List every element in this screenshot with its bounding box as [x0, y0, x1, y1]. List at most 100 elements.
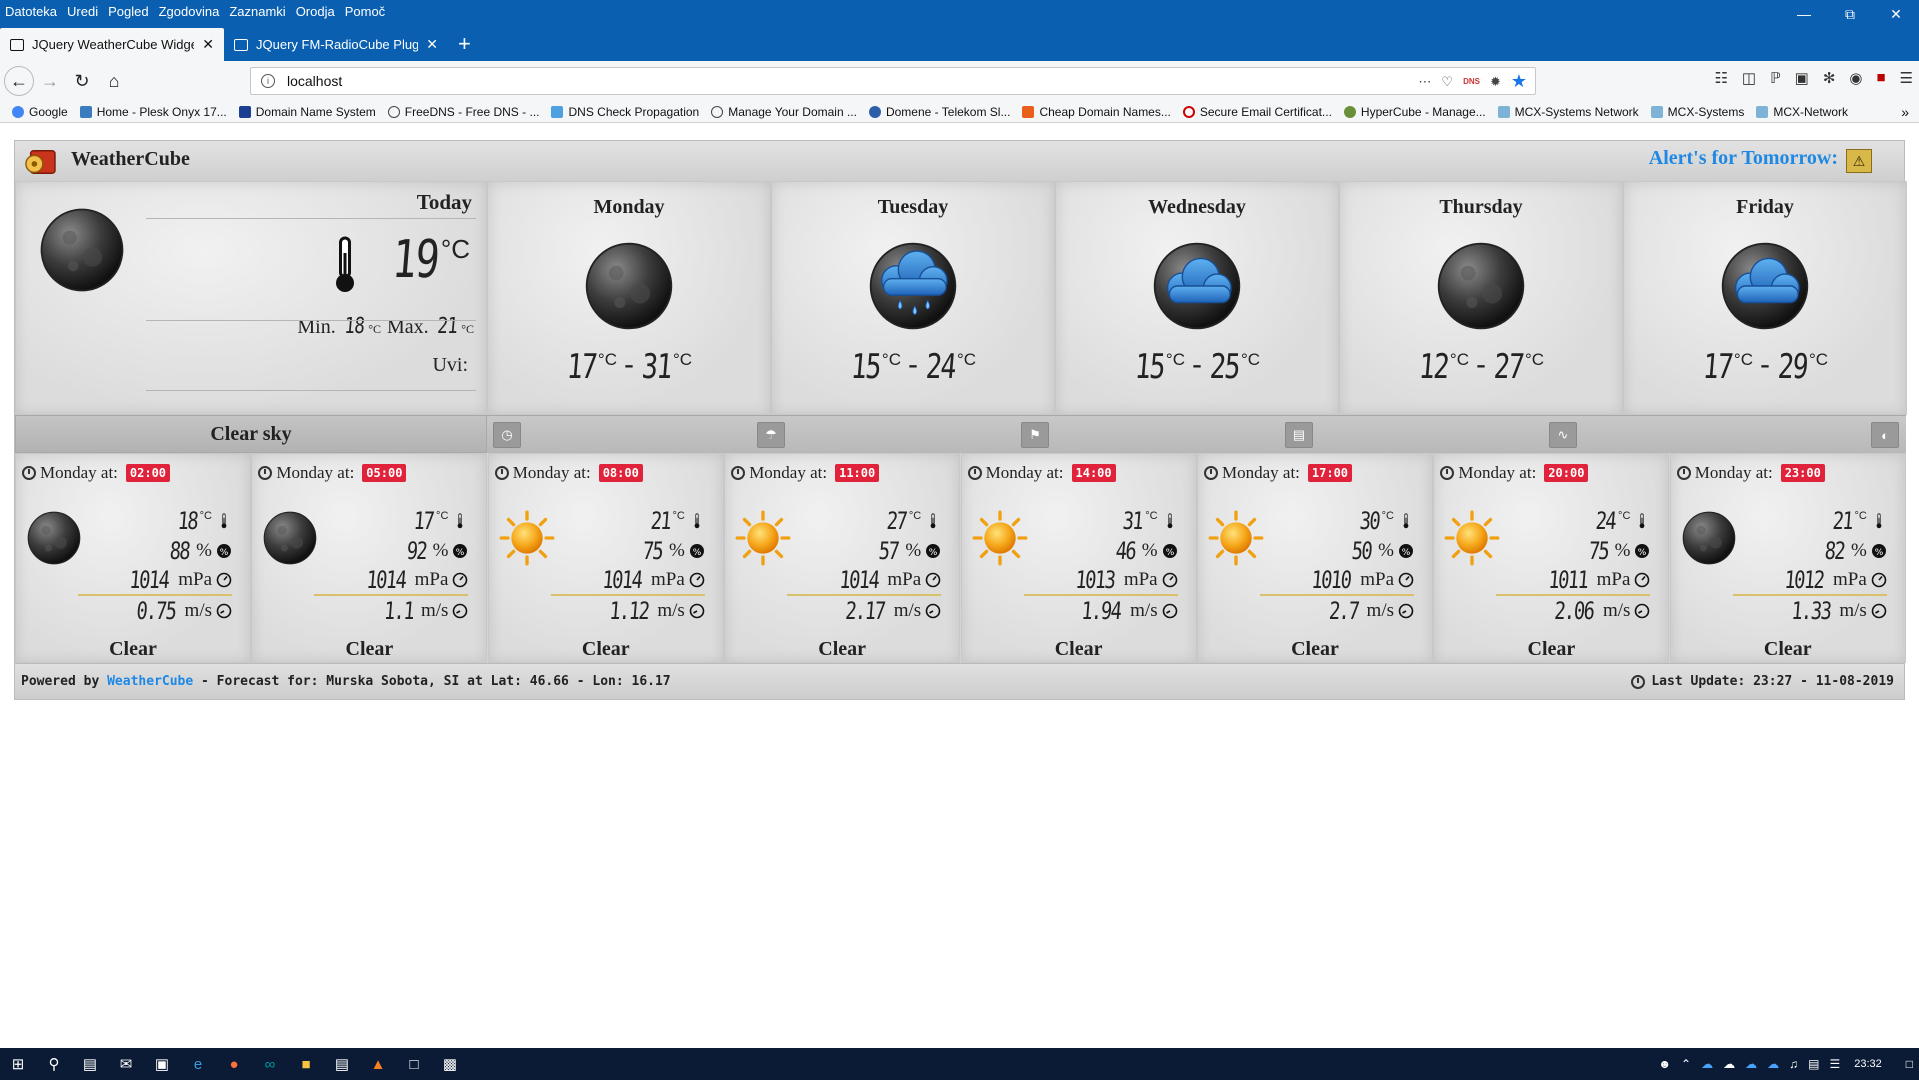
pocket-icon[interactable]: ♡ — [1441, 74, 1453, 90]
onedrive-icon[interactable]: ☁ — [1745, 1057, 1757, 1071]
onedrive-icon[interactable]: ☁ — [1767, 1057, 1779, 1071]
arduino-icon[interactable]: ∞ — [252, 1048, 288, 1080]
back-button[interactable]: ← — [4, 66, 34, 96]
temperature-unit: °C — [1618, 510, 1631, 522]
pressure-value: 1011 — [1547, 566, 1589, 594]
screenshot-icon[interactable]: ▣ — [1795, 69, 1809, 87]
tab-close-icon[interactable]: ✕ — [426, 36, 438, 53]
reload-button[interactable]: ↻ — [66, 65, 98, 97]
task-view-icon[interactable]: ▤ — [72, 1048, 108, 1080]
temperature-value: 27 — [885, 507, 908, 535]
bookmark-item[interactable]: Domene - Telekom Sl... — [868, 105, 1010, 119]
bookmark-item[interactable]: Domain Name System — [238, 105, 376, 119]
chevron-up-icon[interactable]: ⌃ — [1681, 1057, 1691, 1071]
pressure-row: 1011 mPa — [1496, 566, 1651, 596]
hamburger-menu-icon[interactable]: ☰ — [1900, 69, 1913, 87]
bookmark-item[interactable]: MCX-Systems — [1650, 105, 1744, 119]
people-icon[interactable]: ☻ — [1658, 1057, 1671, 1071]
store-icon[interactable]: ▣ — [144, 1048, 180, 1080]
menu-history[interactable]: Zgodovina — [154, 4, 225, 19]
pressure-gauge-icon — [925, 572, 941, 588]
humidity-value: 50 — [1350, 537, 1373, 565]
page-actions-icon[interactable]: ⋯ — [1418, 74, 1431, 90]
menu-view[interactable]: Pogled — [103, 4, 153, 19]
contrast-button-icon[interactable]: ◐ — [1871, 422, 1899, 448]
hour-label: Monday at: — [512, 463, 591, 482]
bookmark-item[interactable]: Cheap Domain Names... — [1022, 104, 1171, 119]
file-explorer-icon[interactable]: ■ — [288, 1048, 324, 1080]
pdf-icon[interactable]: ■ — [1876, 69, 1885, 87]
ip-icon[interactable]: ℙ — [1770, 69, 1781, 87]
sun-icon — [972, 510, 1028, 566]
mail-icon[interactable]: ✉ — [108, 1048, 144, 1080]
firefox-icon[interactable]: ● — [216, 1048, 252, 1080]
max-value: 21 — [436, 314, 458, 339]
tab-close-icon[interactable]: ✕ — [202, 36, 214, 53]
account-icon[interactable]: ◉ — [1849, 69, 1862, 87]
menu-help[interactable]: Pomoč — [340, 4, 390, 19]
umbrella-button-icon[interactable]: ☂ — [757, 422, 785, 448]
list-button-icon[interactable]: ▤ — [1285, 422, 1313, 448]
menu-tools[interactable]: Orodja — [291, 4, 340, 19]
hour-values: 27 °C 57% 1014 mPa 2.17 m/s — [787, 506, 942, 626]
taskbar-clock[interactable]: 23:32 — [1854, 1058, 1882, 1070]
sidebar-icon[interactable]: ◫ — [1742, 69, 1756, 87]
weathercube-link[interactable]: WeatherCube — [107, 674, 193, 689]
widget-title: WeatherCube — [71, 148, 190, 170]
clock-icon — [967, 466, 982, 480]
clock-button-icon[interactable]: ◷ — [493, 422, 521, 448]
bookmark-star-icon[interactable]: ★ — [1511, 71, 1527, 92]
bookmark-item[interactable]: HyperCube - Manage... — [1343, 105, 1486, 119]
info-icon[interactable]: i — [261, 74, 275, 88]
onedrive-icon[interactable]: ☁ — [1701, 1057, 1713, 1071]
network-icon[interactable]: ▤ — [1808, 1057, 1819, 1071]
forecast-day-panel: Friday 17 °C -29 °C — [1623, 181, 1907, 415]
bookmark-label: Cheap Domain Names... — [1039, 104, 1171, 119]
bookmark-item[interactable]: DNS Check Propagation — [551, 105, 699, 119]
tab-weathercube[interactable]: JQuery WeatherCube Widget ✕ — [0, 28, 224, 61]
time-badge: 11:00 — [835, 464, 880, 482]
today-temp-unit: °C — [440, 234, 470, 264]
search-icon[interactable]: ⚲ — [36, 1048, 72, 1080]
menu-file[interactable]: Datoteka — [0, 4, 62, 19]
onedrive-icon[interactable]: ☁ — [1723, 1057, 1735, 1071]
forecast-day-panel: Wednesday 15 °C -25 °C — [1055, 181, 1339, 415]
bookmark-item[interactable]: Secure Email Certificat... — [1182, 105, 1332, 119]
forward-button[interactable]: → — [34, 65, 66, 97]
windows-start-icon[interactable]: ⊞ — [0, 1048, 36, 1080]
bookmark-item[interactable]: FreeDNS - Free DNS - ... — [387, 105, 539, 119]
extension-bug-icon[interactable]: ✻ — [1823, 69, 1836, 87]
day-max-unit: °C — [672, 350, 693, 369]
pulse-button-icon[interactable]: ∿ — [1549, 422, 1577, 448]
extension-icon[interactable]: ✹ — [1490, 74, 1501, 90]
bookmark-item[interactable]: MCX-Network — [1756, 105, 1848, 119]
bookmark-item[interactable]: Google — [12, 105, 68, 119]
humidity-drop-icon — [452, 543, 468, 559]
bookmark-item[interactable]: Manage Your Domain ... — [711, 105, 857, 119]
new-tab-button[interactable]: + — [448, 31, 481, 61]
language-icon[interactable]: ☰ — [1829, 1057, 1840, 1071]
edge-icon[interactable]: e — [180, 1048, 216, 1080]
flag-button-icon[interactable]: ⚑ — [1021, 422, 1049, 448]
bookmark-item[interactable]: MCX-Systems Network — [1497, 105, 1639, 119]
tab-radiocube[interactable]: JQuery FM-RadioCube Plugin ✕ — [224, 28, 448, 61]
bookmark-item[interactable]: Home - Plesk Onyx 17... — [79, 105, 227, 119]
volume-icon[interactable]: ♫ — [1789, 1057, 1798, 1071]
day-max-temp: 27 — [1492, 347, 1525, 387]
clock-icon — [1676, 466, 1691, 480]
notifications-icon[interactable]: □ — [1906, 1057, 1913, 1071]
menu-bookmarks[interactable]: Zaznamki — [224, 4, 290, 19]
webstorm-icon[interactable]: ▩ — [432, 1048, 468, 1080]
app-icon[interactable]: ▤ — [324, 1048, 360, 1080]
dns-badge[interactable]: DNS — [1463, 77, 1480, 86]
alert-warning-icon[interactable]: ⚠ — [1846, 149, 1872, 173]
notepad-icon[interactable]: □ — [396, 1048, 432, 1080]
chevron-more-icon[interactable]: » — [1901, 104, 1909, 120]
home-button[interactable]: ⌂ — [98, 65, 130, 97]
humidity-drop-icon — [1634, 543, 1650, 559]
address-bar[interactable]: i localhost ⋯ ♡ DNS ✹ ★ — [250, 67, 1536, 95]
menu-edit[interactable]: Uredi — [62, 4, 103, 19]
globe-icon — [387, 105, 400, 118]
vlc-icon[interactable]: ▲ — [360, 1048, 396, 1080]
library-icon[interactable]: ☷ — [1714, 69, 1727, 87]
